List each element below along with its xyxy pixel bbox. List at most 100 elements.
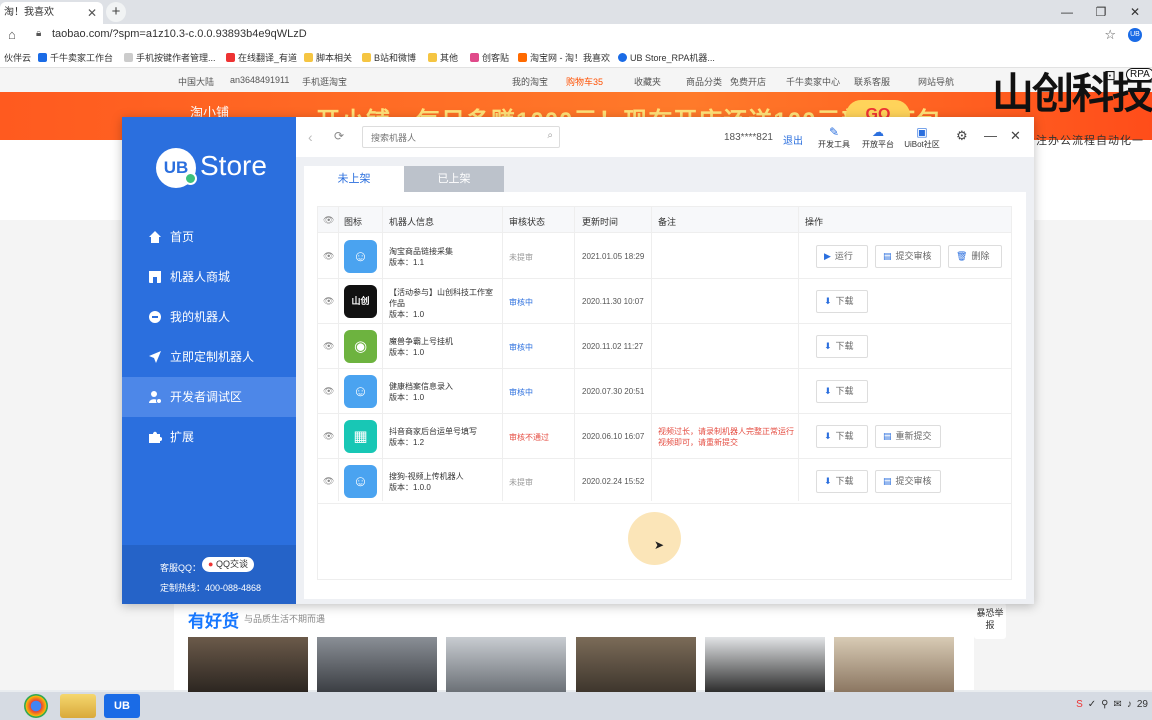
product-image[interactable]: [834, 637, 954, 693]
report-tab[interactable]: 暴恐举报: [974, 603, 1006, 639]
bookmark-item[interactable]: 千牛卖家工作台: [38, 51, 113, 64]
action-button[interactable]: ⬇ 下载: [816, 470, 868, 493]
product-image[interactable]: [317, 637, 437, 693]
back-icon[interactable]: ‹: [308, 129, 313, 145]
visibility-eye-icon[interactable]: 👁︎: [323, 251, 334, 262]
categories-link[interactable]: 商品分类: [686, 75, 722, 88]
mobile-link[interactable]: 手机逛淘宝: [302, 75, 347, 88]
table-row[interactable]: 👁︎ 山创 【活动参与】山创科技工作室作品 版本：1.0 审核中 2020.11.30 1…: [318, 279, 1011, 324]
contact-link[interactable]: 联系客服: [854, 75, 890, 88]
action-button[interactable]: ▤ 提交审核: [875, 470, 941, 493]
visibility-eye-icon[interactable]: 👁︎: [323, 431, 334, 442]
url-field[interactable]: taobao.com/?spm=a1z10.3-c.0.0.93893b4e9q…: [52, 28, 307, 40]
lock-icon[interactable]: 🔒︎: [36, 28, 41, 39]
action-button[interactable]: ▤ 提交审核: [875, 245, 941, 268]
taskbar: UB S ✓ ⚲ ✉ ♪ 29: [0, 692, 1152, 720]
sidebar-item-extensions[interactable]: 扩展: [122, 417, 296, 457]
site-nav-link[interactable]: 网站导航: [918, 75, 954, 88]
sidebar-item-home[interactable]: 首页: [122, 217, 296, 257]
table-row[interactable]: 👁︎ ◉ 魔兽争霸上号挂机 版本：1.0 审核中 2020.11.02 11:27 ⬇ 下载: [318, 324, 1011, 369]
username-link[interactable]: an3648491911: [230, 75, 289, 85]
product-image[interactable]: [446, 637, 566, 693]
bookmark-item[interactable]: 其他: [428, 51, 458, 64]
clock-text[interactable]: 29: [1137, 699, 1148, 710]
seller-center-link[interactable]: 千牛卖家中心: [786, 75, 840, 88]
tab-unpublished[interactable]: 未上架: [304, 166, 404, 192]
sidebar-item-custom-robot[interactable]: 立即定制机器人: [122, 337, 296, 377]
minimize-icon[interactable]: —: [1050, 0, 1084, 24]
favorites-link[interactable]: 收藏夹: [634, 75, 661, 88]
tab-published[interactable]: 已上架: [404, 166, 504, 192]
ub-extension-icon[interactable]: UB: [1128, 28, 1142, 42]
bookmark-item[interactable]: 脚本相关: [304, 51, 352, 64]
search-input[interactable]: [371, 130, 541, 145]
ubstore-taskbar-icon[interactable]: UB: [104, 694, 140, 718]
sidebar-item-robot-store[interactable]: 机器人商城: [122, 257, 296, 297]
bookmark-item[interactable]: 在线翻译_有道: [226, 51, 297, 64]
refresh-icon[interactable]: ⟳: [334, 129, 344, 143]
browser-tab[interactable]: 淘！我喜欢 ✕: [0, 2, 103, 24]
action-button[interactable]: ⬇ 下载: [816, 335, 868, 358]
bookmark-star-icon[interactable]: ☆: [1104, 27, 1116, 43]
product-image[interactable]: [188, 637, 308, 693]
review-status: 未提审: [509, 253, 533, 262]
open-shop-link[interactable]: 免费开店: [730, 75, 766, 88]
bookmark-item[interactable]: 伙伴云: [4, 51, 31, 64]
close-window-icon[interactable]: ✕: [1118, 0, 1152, 24]
dev-tools-button[interactable]: ✎ 开发工具: [814, 125, 854, 150]
product-image[interactable]: [576, 637, 696, 693]
action-button[interactable]: ⬇ 下载: [816, 425, 868, 448]
bookmark-item[interactable]: 创客贴: [470, 51, 509, 64]
folder-icon[interactable]: [60, 694, 96, 718]
visibility-eye-icon[interactable]: 👁︎: [323, 386, 334, 397]
action-button[interactable]: ⬇ 下载: [816, 380, 868, 403]
table-row[interactable]: 👁︎ ☺ 搜狗-视频上传机器人 版本：1.0.0 未提审 2020.02.24 15:52…: [318, 459, 1011, 504]
action-button[interactable]: ⬇ 下载: [816, 290, 868, 313]
action-button[interactable]: 🗑︎ 删除: [948, 245, 1002, 268]
cart-link[interactable]: 购物车35: [566, 75, 603, 88]
visibility-eye-icon[interactable]: 👁︎: [323, 476, 334, 487]
region-link[interactable]: 中国大陆: [178, 75, 214, 88]
close-icon[interactable]: ✕: [1010, 128, 1021, 144]
bookmark-item[interactable]: 淘宝网 - 淘！我喜欢: [518, 51, 610, 64]
bookmark-item[interactable]: B站和微博: [362, 51, 416, 64]
store-icon: [149, 271, 161, 283]
bookmark-icon: [618, 53, 627, 62]
visibility-eye-icon[interactable]: 👁︎: [323, 341, 334, 352]
open-platform-button[interactable]: ☁ 开放平台: [858, 125, 898, 150]
system-tray: S ✓ ⚲ ✉ ♪ 29: [1071, 699, 1148, 710]
product-image[interactable]: [705, 637, 825, 693]
tray-icon[interactable]: ✓: [1088, 699, 1096, 710]
action-button[interactable]: ▤ 重新提交: [875, 425, 941, 448]
visibility-eye-icon[interactable]: 👁︎: [323, 296, 334, 307]
tray-icon[interactable]: ⚲: [1101, 699, 1108, 710]
table-row[interactable]: 👁︎ ☺ 淘宝商品链接采集 版本：1.1 未提审 2021.01.05 18:29 ▶ 运行 ▤…: [318, 234, 1011, 279]
action-button[interactable]: ▶ 运行: [816, 245, 868, 268]
volume-icon[interactable]: ♪: [1127, 699, 1132, 710]
search-icon[interactable]: ⌕: [547, 130, 553, 141]
logout-link[interactable]: 退出: [783, 132, 803, 147]
search-box[interactable]: ⌕: [362, 126, 560, 148]
chrome-icon[interactable]: [24, 694, 48, 718]
rpa-badge: RPA: [1126, 68, 1152, 81]
bookmark-item[interactable]: UB Store_RPA机器...: [618, 51, 715, 64]
home-icon[interactable]: ⌂: [8, 27, 16, 42]
tray-icon[interactable]: ✉: [1113, 699, 1121, 710]
sidebar-item-label: 我的机器人: [170, 310, 231, 324]
qq-chat-button[interactable]: ● QQ交谈: [202, 557, 254, 572]
send-icon: [149, 351, 161, 363]
sidebar-item-developer[interactable]: 开发者调试区: [122, 377, 296, 417]
sidebar-item-my-robots[interactable]: 我的机器人: [122, 297, 296, 337]
community-button[interactable]: ▣ UiBot社区: [902, 125, 942, 150]
ime-icon[interactable]: S: [1076, 699, 1083, 710]
robot-info: 搜狗-视频上传机器人 版本：1.0.0: [389, 471, 499, 493]
minimize-icon[interactable]: —: [984, 128, 997, 143]
table-row[interactable]: 👁︎ ☺ 健康档案信息录入 版本：1.0 审核中 2020.07.30 20:51 ⬇ 下载: [318, 369, 1011, 414]
new-tab-button[interactable]: +: [106, 2, 126, 22]
bookmark-item[interactable]: 手机按键作者管理...: [124, 51, 216, 64]
settings-gear-icon[interactable]: ⚙: [956, 128, 968, 144]
my-taobao-link[interactable]: 我的淘宝: [512, 75, 548, 88]
close-tab-icon[interactable]: ✕: [87, 2, 97, 24]
maximize-icon[interactable]: ❐: [1084, 0, 1118, 24]
table-row[interactable]: 👁︎ ▦ 抖音商家后台运单号填写 版本：1.2 审核不通过 2020.06.10 16:0…: [318, 414, 1011, 459]
